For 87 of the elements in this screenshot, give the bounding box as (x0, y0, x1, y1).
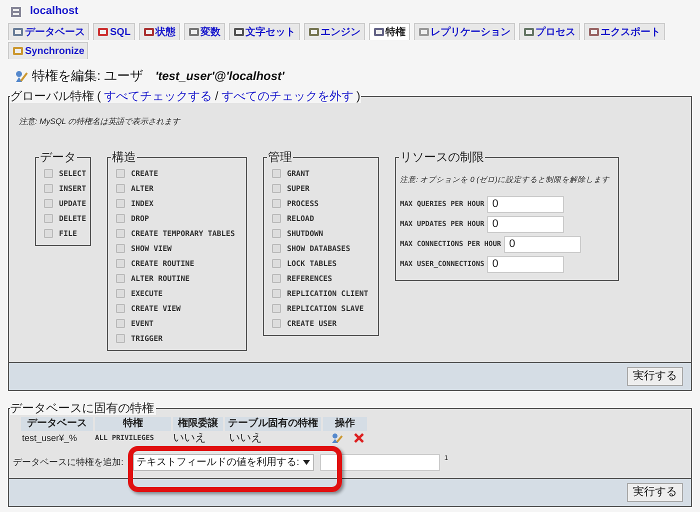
tab[interactable]: レプリケーション (414, 23, 515, 40)
checkbox[interactable] (116, 244, 125, 253)
limit-field[interactable]: 0 (504, 236, 582, 253)
column-header: データベース (21, 417, 93, 431)
submit-button[interactable]: 実行する (627, 483, 683, 502)
column-header: 特権 (95, 417, 171, 431)
server-link[interactable]: localhost (30, 3, 78, 20)
uncheck-all-link[interactable]: すべてのチェックを外す (221, 89, 354, 103)
checkbox[interactable] (272, 319, 281, 328)
checkbox[interactable] (272, 199, 281, 208)
revoke-icon[interactable] (353, 432, 365, 444)
tab[interactable]: SQL (93, 23, 135, 40)
tab[interactable]: データベース (8, 23, 89, 40)
checkbox[interactable] (116, 319, 125, 328)
legend: リソースの制限 (399, 150, 485, 164)
checkbox[interactable] (272, 229, 281, 238)
checkbox[interactable] (272, 214, 281, 223)
tab[interactable]: 文字セット (228, 23, 300, 40)
table-cell-text: test_user¥_% (21, 432, 78, 445)
table-cell-text: いいえ (173, 431, 207, 445)
checkbox[interactable] (116, 214, 125, 223)
tab[interactable]: エンジン (304, 23, 365, 40)
column-header: 権限委譲 (173, 417, 223, 431)
server-icon (10, 6, 22, 18)
column-header: テーブル固有の特権 (225, 417, 321, 431)
tab-icon (188, 26, 200, 38)
check-all-link[interactable]: すべてチェックする (104, 89, 212, 103)
tab[interactable]: プロセス (518, 23, 580, 40)
privileges-note: 注意: MySQL の特権名は英語で表示されます (19, 116, 182, 128)
submit-button[interactable]: 実行する (627, 367, 683, 386)
tab-icon (372, 26, 385, 38)
checkbox[interactable] (44, 229, 53, 238)
checkbox[interactable] (272, 304, 281, 313)
legend: グローバル特権 (10, 89, 94, 103)
tab[interactable]: 変数 (184, 23, 225, 40)
tab-icon (588, 26, 600, 38)
separator: / (215, 89, 218, 103)
checkbox[interactable] (272, 289, 281, 298)
tab-icon (12, 26, 24, 38)
tab[interactable]: Synchronize (8, 42, 88, 59)
checkbox[interactable] (116, 259, 125, 268)
checkbox[interactable] (44, 184, 53, 193)
page-heading: 特権を編集: ユーザ (32, 67, 144, 86)
tab-icon (522, 26, 535, 38)
checkbox[interactable] (116, 169, 125, 178)
table-cell-text: いいえ (228, 431, 263, 445)
tab-icon (97, 26, 109, 38)
user-pencil-icon (14, 69, 28, 83)
checkbox[interactable] (116, 289, 125, 298)
legend: 管理 (267, 150, 293, 164)
database-name-field[interactable] (320, 454, 440, 471)
legend: 構造 (111, 150, 137, 164)
checkbox[interactable] (44, 199, 53, 208)
checkbox[interactable] (272, 169, 281, 178)
tab[interactable]: 状態 (138, 23, 180, 40)
edit-user-icon[interactable] (331, 432, 343, 444)
legend-paren: ) (356, 89, 360, 103)
user-name: 'test_user'@'localhost' (155, 68, 284, 85)
tab[interactable]: エクスポート (584, 23, 665, 40)
checkbox[interactable] (116, 184, 125, 193)
add-privileges-label: データベースに特権を追加: (13, 456, 124, 469)
checkbox[interactable] (44, 169, 53, 178)
checkbox[interactable] (116, 229, 125, 238)
checkbox[interactable] (116, 274, 125, 283)
tab-icon (12, 45, 24, 57)
checkbox[interactable] (272, 184, 281, 193)
checkbox[interactable] (116, 199, 125, 208)
checkbox[interactable] (116, 334, 125, 343)
tab[interactable]: 特権 (368, 23, 410, 40)
limit-field[interactable]: 0 (487, 196, 564, 213)
column-header: 操作 (323, 417, 367, 431)
dropdown-caret-icon (303, 460, 310, 465)
checkbox[interactable] (116, 304, 125, 313)
checkbox[interactable] (272, 259, 281, 268)
limit-field[interactable]: 0 (487, 256, 564, 273)
checkbox[interactable] (272, 274, 281, 283)
checkbox[interactable] (44, 214, 53, 223)
tab-icon (142, 26, 155, 38)
legend-paren: ( (97, 89, 101, 103)
tab-icon (232, 26, 245, 38)
source-select[interactable]: テキストフィールドの値を利用する: (132, 454, 314, 471)
tab-icon (418, 26, 430, 38)
checkbox[interactable] (272, 244, 281, 253)
legend: データ (39, 150, 77, 164)
limit-field[interactable]: 0 (487, 216, 564, 233)
tab-icon (308, 26, 320, 38)
legend: データベースに固有の特権 (10, 401, 156, 415)
